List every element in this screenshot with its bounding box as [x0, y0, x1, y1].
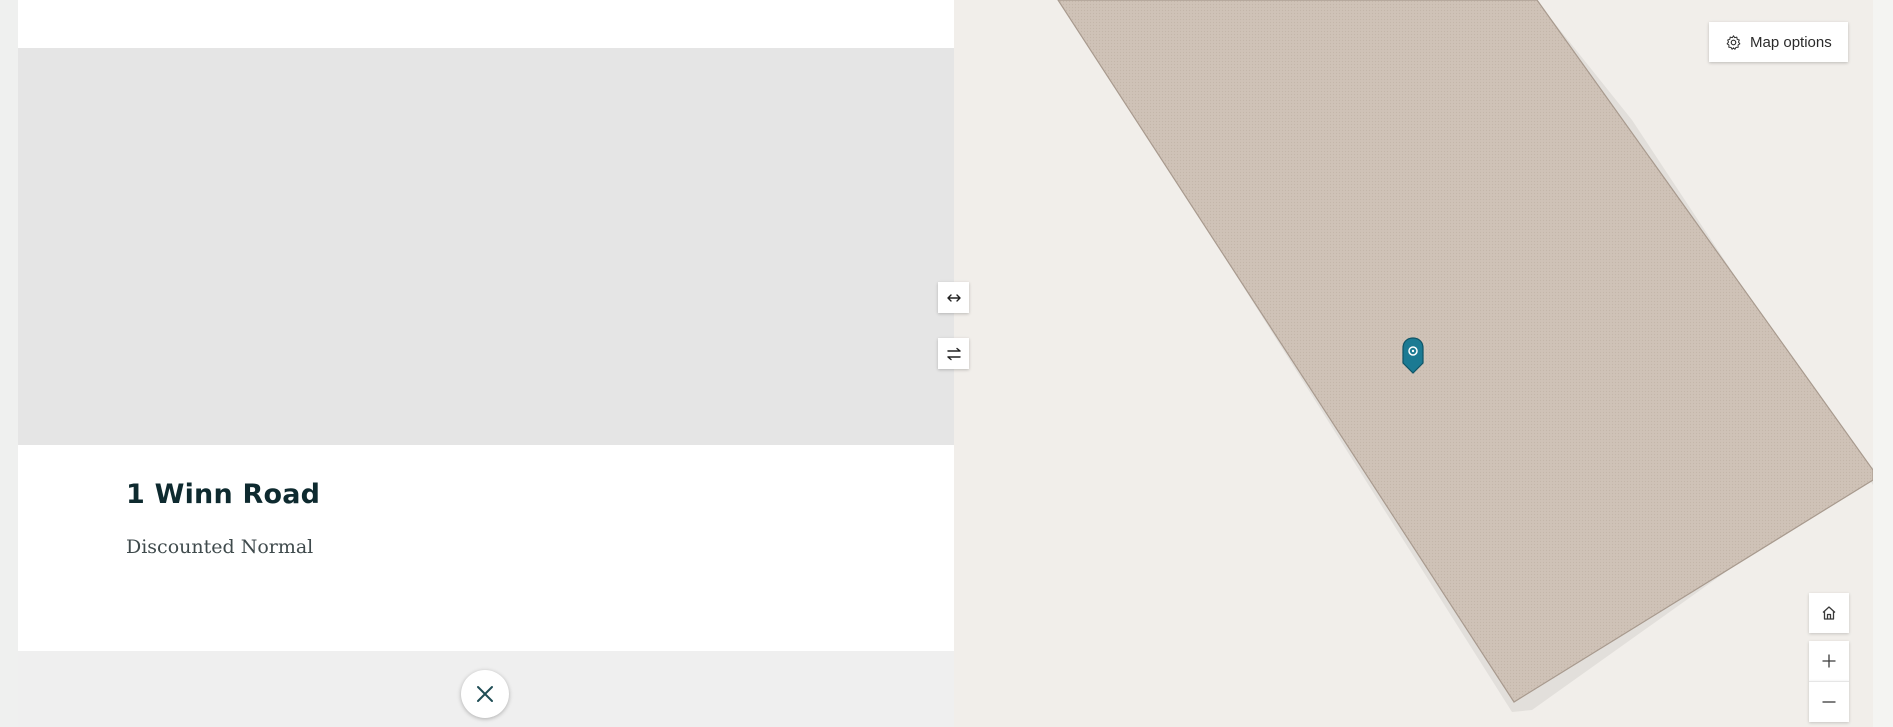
feature-title: 1 Winn Road — [126, 479, 321, 510]
feature-card: 1 Winn Road Discounted Normal — [18, 445, 954, 651]
close-icon — [477, 686, 493, 702]
home-icon — [1822, 606, 1836, 620]
zoom-in-button[interactable] — [1809, 641, 1849, 681]
panel-header-strip — [18, 0, 954, 48]
horizontal-arrows-icon — [946, 293, 961, 302]
map-options-label: Map options — [1750, 33, 1832, 51]
expand-panel-button[interactable] — [938, 282, 969, 313]
gear-icon — [1726, 34, 1741, 50]
default-extent-button[interactable] — [1809, 593, 1849, 633]
location-pin-icon — [1402, 337, 1424, 374]
zoom-out-button[interactable] — [1809, 681, 1849, 722]
feature-detail-panel: 1 Winn Road Discounted Normal — [18, 0, 954, 727]
swap-panels-button[interactable] — [938, 338, 969, 369]
feature-location-marker[interactable] — [1401, 337, 1425, 379]
minus-icon — [1822, 701, 1836, 703]
plus-icon — [1822, 654, 1836, 668]
left-gutter — [0, 0, 18, 727]
feature-image-placeholder — [18, 48, 954, 445]
feature-subtitle: Discounted Normal — [126, 536, 314, 558]
map-options-button[interactable]: Map options — [1709, 22, 1848, 62]
parcel-polygon — [1057, 0, 1873, 703]
swap-arrows-icon — [946, 347, 961, 360]
right-edge-strip — [1873, 0, 1893, 727]
close-button[interactable] — [461, 670, 509, 718]
